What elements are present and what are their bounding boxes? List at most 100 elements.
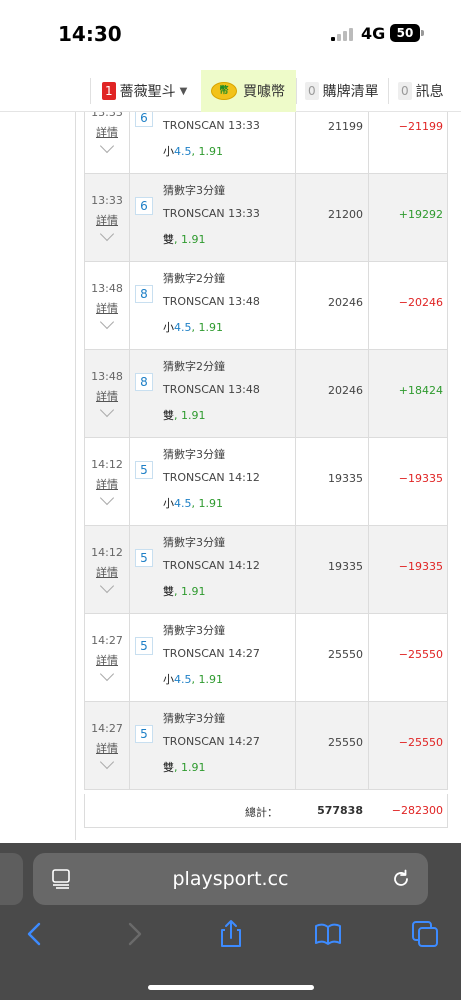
pick-odds: 1.91 xyxy=(198,321,224,334)
previous-tab[interactable] xyxy=(0,853,23,905)
bet-row: 14:27 詳情 5 猜數字3分鐘 TRONSCAN 14:27 小4.5, 1.91 25… xyxy=(84,614,448,702)
bet-time: 13:33 xyxy=(91,194,123,207)
draw-number: 6 xyxy=(135,197,153,215)
bet-pick: 雙, 1.91 xyxy=(163,407,206,423)
chevron-down-icon[interactable] xyxy=(99,490,115,506)
address-bar[interactable]: playsport.cc xyxy=(33,853,428,905)
bet-pick: 小4.5, 1.91 xyxy=(163,319,223,335)
detail-link[interactable]: 詳情 xyxy=(85,564,129,580)
bet-row: 14:12 詳情 5 猜數字3分鐘 TRONSCAN 14:12 小4.5, 1.91 19… xyxy=(84,438,448,526)
bet-pick: 小4.5, 1.91 xyxy=(163,495,223,511)
detail-link[interactable]: 詳情 xyxy=(85,740,129,756)
page-border xyxy=(75,112,76,840)
pick-label: 小 xyxy=(163,497,174,510)
forward-icon[interactable] xyxy=(119,919,149,949)
scan-label: TRONSCAN 13:48 xyxy=(163,383,260,396)
bet-time: 13:48 xyxy=(91,282,123,295)
chevron-down-icon[interactable] xyxy=(99,402,115,418)
draw-number: 5 xyxy=(135,461,153,479)
chevron-down-icon[interactable] xyxy=(99,314,115,330)
network-type: 4G xyxy=(361,24,386,43)
bet-pick: 小4.5, 1.91 xyxy=(163,671,223,687)
game-name: 猜數字3分鐘 xyxy=(163,624,225,637)
url-text[interactable]: playsport.cc xyxy=(33,853,428,905)
bet-row: 14:27 詳情 5 猜數字3分鐘 TRONSCAN 14:27 雙, 1.91 25550… xyxy=(84,702,448,790)
bet-pick: 雙, 1.91 xyxy=(163,231,206,247)
pick-label: 小 xyxy=(163,145,174,158)
chevron-down-icon[interactable] xyxy=(99,578,115,594)
top-nav: 1 薔薇聖斗 ▼ 幣 買噱幣 0 購牌清單 0 訊息 xyxy=(0,70,461,112)
bet-amount: 25550 xyxy=(328,648,363,661)
cell-divider xyxy=(129,526,130,613)
account-name: 薔薇聖斗 xyxy=(119,84,176,100)
bet-row: 13:48 詳情 8 猜數字2分鐘 TRONSCAN 13:48 雙, 1.91 20246… xyxy=(84,350,448,438)
bet-amount: 25550 xyxy=(328,736,363,749)
pick-label: 小 xyxy=(163,673,174,686)
share-icon[interactable] xyxy=(216,919,246,949)
pick-odds-sep: , xyxy=(191,673,199,686)
cell-divider xyxy=(295,702,296,789)
game-name: 猜數字3分鐘 xyxy=(163,448,225,461)
detail-link[interactable]: 詳情 xyxy=(85,212,129,228)
detail-link[interactable]: 詳情 xyxy=(85,300,129,316)
chevron-down-icon[interactable] xyxy=(99,138,115,154)
draw-number: 8 xyxy=(135,285,153,303)
pick-line: 4.5 xyxy=(174,497,192,510)
pick-odds: 1.91 xyxy=(181,761,206,774)
bet-result: −21199 xyxy=(398,120,443,133)
scan-label: TRONSCAN 14:12 xyxy=(163,471,260,484)
chevron-down-icon[interactable] xyxy=(99,754,115,770)
bet-amount: 21200 xyxy=(328,208,363,221)
total-label: 總計： xyxy=(245,806,278,819)
tabs-icon[interactable] xyxy=(410,919,440,949)
pick-line: 4.5 xyxy=(174,145,192,158)
battery-tip xyxy=(421,30,424,36)
detail-link[interactable]: 詳情 xyxy=(85,388,129,404)
back-icon[interactable] xyxy=(20,919,50,949)
reload-icon[interactable] xyxy=(390,868,412,890)
detail-link[interactable]: 詳情 xyxy=(85,124,129,140)
chevron-down-icon[interactable] xyxy=(99,666,115,682)
detail-link[interactable]: 詳情 xyxy=(85,652,129,668)
cell-divider xyxy=(129,702,130,789)
nav-account-menu[interactable]: 1 薔薇聖斗 ▼ xyxy=(102,70,187,112)
scan-label: TRONSCAN 14:12 xyxy=(163,559,260,572)
pick-odds: 1.91 xyxy=(181,233,206,246)
pick-odds-sep: , xyxy=(191,321,199,334)
total-result: −282300 xyxy=(391,804,443,817)
nav-buy-coin[interactable]: 幣 買噱幣 xyxy=(201,70,296,112)
bet-result: +19292 xyxy=(398,208,443,221)
bet-pick: 小4.5, 1.91 xyxy=(163,143,223,159)
nav-divider xyxy=(388,78,389,104)
cell-divider xyxy=(295,174,296,261)
scan-label: TRONSCAN 14:27 xyxy=(163,647,260,660)
detail-link[interactable]: 詳情 xyxy=(85,476,129,492)
pick-odds: 1.91 xyxy=(198,497,224,510)
pick-odds: 1.91 xyxy=(181,409,206,422)
bet-time: 14:27 xyxy=(91,634,123,647)
chevron-down-icon[interactable] xyxy=(99,226,115,242)
signal-icon xyxy=(331,27,355,41)
bet-result: −19335 xyxy=(398,560,443,573)
status-bar: 14:30 4G 50 xyxy=(0,0,461,70)
cell-divider xyxy=(129,112,130,173)
game-name: 猜數字3分鐘 xyxy=(163,712,225,725)
bookmarks-icon[interactable] xyxy=(313,919,343,949)
pick-label: 雙 xyxy=(163,585,174,598)
cell-divider xyxy=(129,614,130,701)
pick-label: 雙 xyxy=(163,409,174,422)
browser-chrome: playsport.cc xyxy=(0,843,461,1000)
nav-divider xyxy=(90,78,91,104)
nav-messages[interactable]: 0 訊息 xyxy=(398,70,444,112)
bet-time: 14:12 xyxy=(91,546,123,559)
cell-divider xyxy=(368,262,369,349)
bet-result: +18424 xyxy=(398,384,443,397)
nav-cart[interactable]: 0 購牌清單 xyxy=(305,70,379,112)
cell-divider xyxy=(129,438,130,525)
bet-amount: 20246 xyxy=(328,296,363,309)
game-name: 猜數字3分鐘 xyxy=(163,536,225,549)
cell-divider xyxy=(295,262,296,349)
bet-amount: 21199 xyxy=(328,120,363,133)
buy-coin-label: 買噱幣 xyxy=(243,84,285,100)
cell-divider xyxy=(368,174,369,261)
